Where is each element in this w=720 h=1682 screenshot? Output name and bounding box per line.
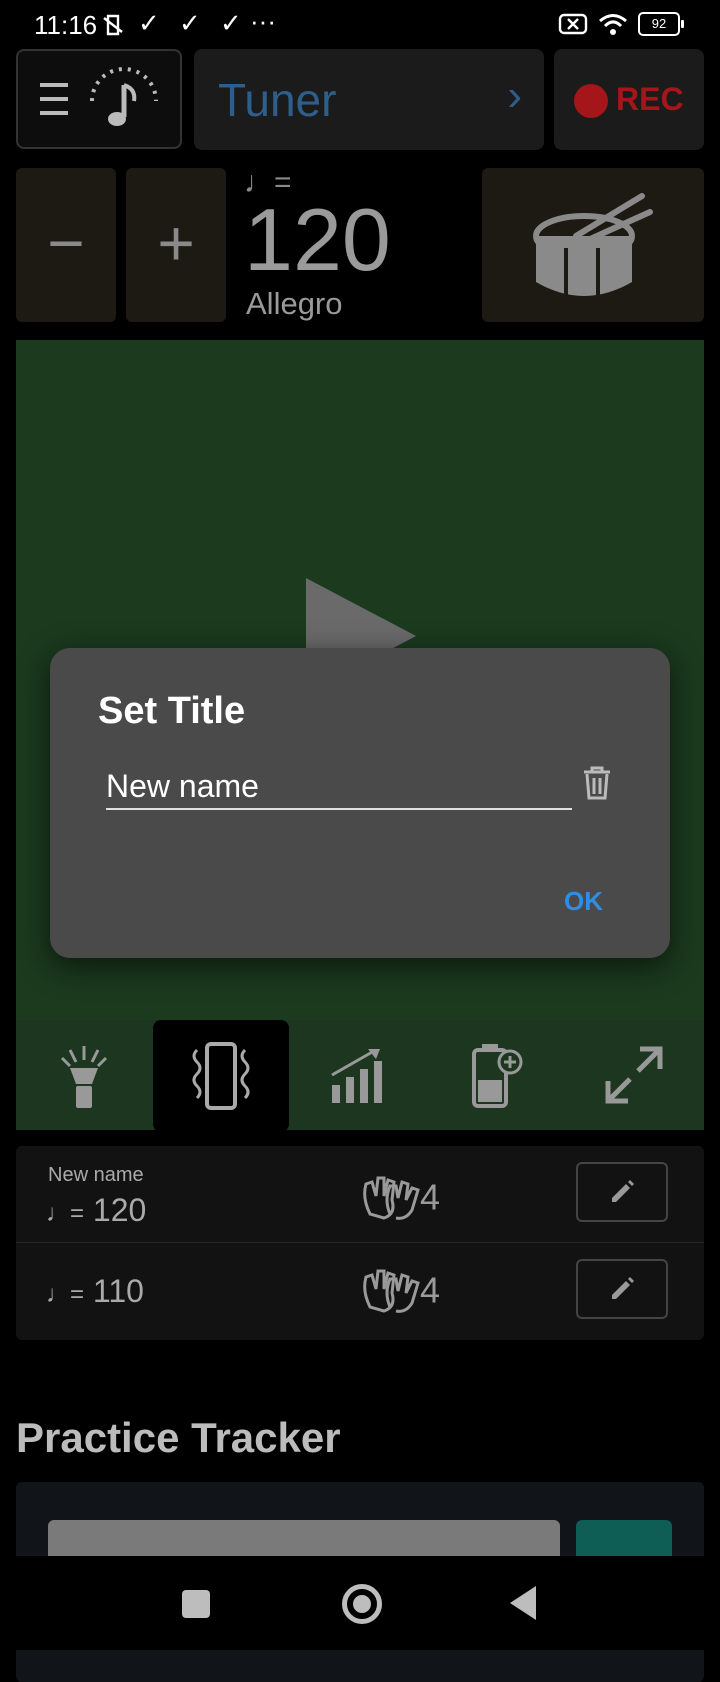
back-icon[interactable] <box>510 1586 536 1620</box>
system-nav-bar <box>0 1556 720 1650</box>
dialog-title: Set Title <box>98 690 246 732</box>
title-input[interactable] <box>106 764 572 810</box>
ok-button[interactable]: OK <box>554 878 613 925</box>
recents-icon[interactable] <box>182 1590 210 1618</box>
home-icon[interactable] <box>342 1584 382 1624</box>
set-title-dialog: Set Title OK <box>50 648 670 958</box>
trash-icon <box>584 766 610 800</box>
clear-title-button[interactable] <box>580 764 614 807</box>
